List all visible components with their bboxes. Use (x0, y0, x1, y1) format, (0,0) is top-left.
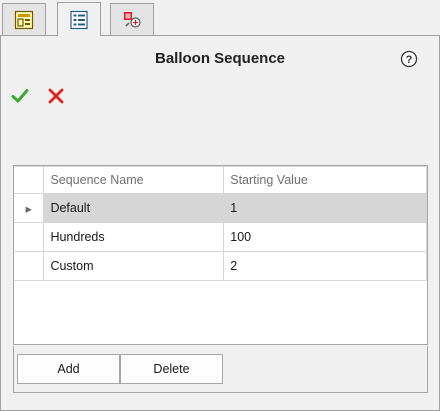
grid-button-bar: Add Delete (13, 346, 428, 393)
column-header-starting-value[interactable]: Starting Value (223, 166, 427, 194)
tab-appearance-manager[interactable] (110, 3, 154, 35)
sequence-grid: Sequence Name Starting Value ▸ Default 1… (13, 165, 428, 345)
sequence-name-cell[interactable]: Hundreds (43, 222, 225, 252)
tab-property-manager[interactable] (2, 3, 46, 35)
appearance-manager-icon (124, 11, 141, 28)
table-row[interactable]: ▸ Default 1 (14, 193, 427, 223)
column-header-sequence-name[interactable]: Sequence Name (43, 166, 225, 194)
sequence-name-cell[interactable]: Default (43, 193, 225, 223)
help-icon[interactable]: ? (400, 50, 418, 68)
svg-text:?: ? (406, 54, 413, 66)
starting-value-cell[interactable]: 1 (223, 193, 427, 223)
table-row[interactable]: Custom 2 (14, 251, 427, 281)
sequence-name-cell[interactable]: Custom (43, 251, 225, 281)
x-icon[interactable] (46, 86, 66, 106)
sequence-table: Sequence Name Starting Value ▸ Default 1… (14, 166, 427, 281)
table-row[interactable]: Hundreds 100 (14, 222, 427, 252)
row-selector[interactable] (14, 222, 45, 252)
row-selector[interactable] (14, 251, 45, 281)
configuration-list-icon (70, 10, 88, 29)
tab-configuration-list[interactable] (57, 2, 101, 36)
add-button[interactable]: Add (17, 354, 120, 384)
row-header-corner (14, 166, 45, 194)
tab-bar (0, 0, 440, 36)
table-header-row: Sequence Name Starting Value (14, 166, 427, 194)
starting-value-cell[interactable]: 2 (223, 251, 427, 281)
row-selector-arrow-icon[interactable]: ▸ (14, 193, 45, 223)
delete-button[interactable]: Delete (120, 354, 223, 384)
panel-title: Balloon Sequence (154, 50, 286, 67)
starting-value-cell[interactable]: 100 (223, 222, 427, 252)
checkmark-icon[interactable] (10, 86, 30, 106)
property-manager-icon (14, 10, 34, 29)
